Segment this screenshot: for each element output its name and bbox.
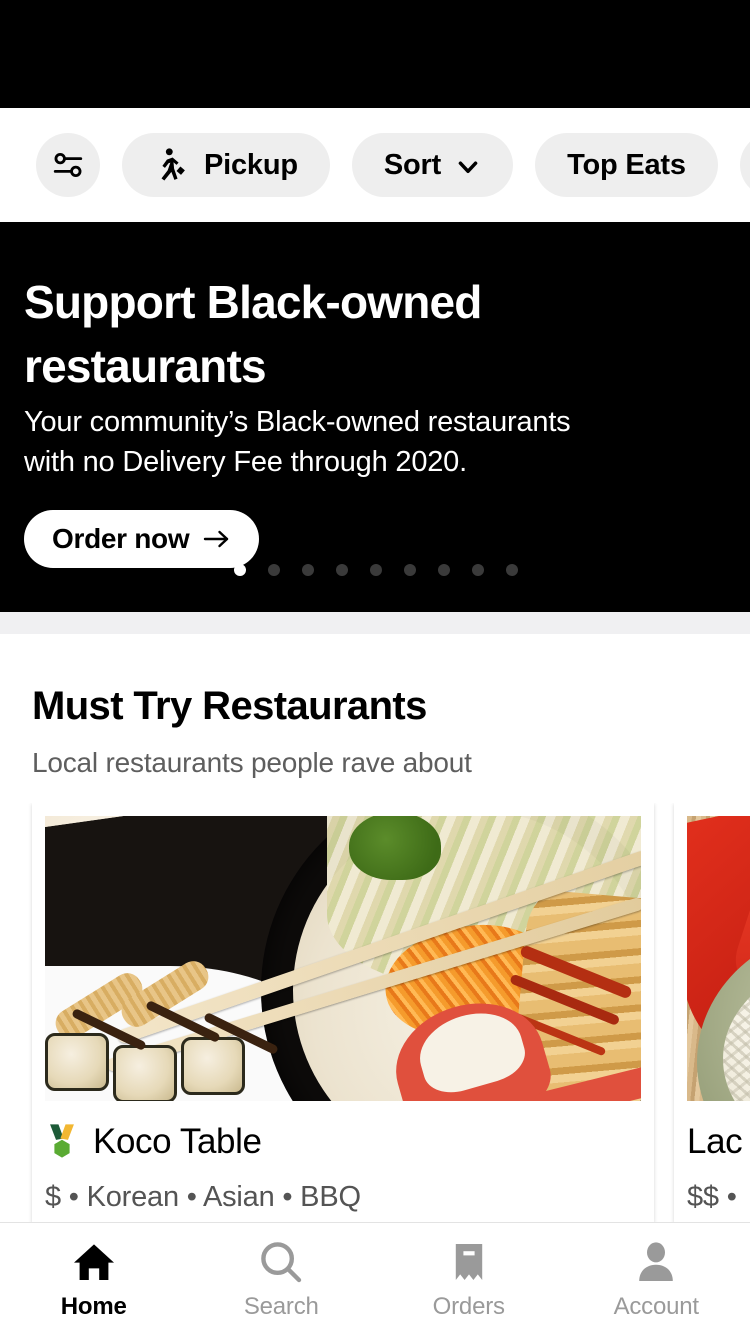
promo-title-line1: Support Black-owned (24, 276, 482, 328)
promo-subtitle-line1: Your community’s Black-owned restaurants (24, 406, 571, 438)
filter-chip-pickup[interactable]: Pickup (122, 133, 330, 197)
restaurant-carousel[interactable]: Koco Table $ • Korean • Asian • BBQ Lac … (0, 803, 750, 1223)
restaurant-card[interactable]: Koco Table $ • Korean • Asian • BBQ (32, 803, 654, 1223)
promo-dot[interactable] (268, 564, 280, 576)
promo-dot[interactable] (302, 564, 314, 576)
tab-label: Search (243, 1293, 319, 1320)
arrow-right-icon (203, 527, 231, 551)
promo-title-line2: restaurants (24, 340, 267, 392)
tab-orders[interactable]: Orders (375, 1223, 563, 1334)
promo-title: Support Black-owned restaurants (24, 270, 644, 398)
walking-person-icon (154, 147, 190, 183)
promo-dot[interactable] (404, 564, 416, 576)
status-bar (0, 0, 750, 108)
restaurant-name-row: Lac (687, 1121, 750, 1163)
filter-chip-label: Top Eats (567, 148, 686, 181)
restaurant-name: Koco Table (93, 1122, 262, 1161)
tab-label: Account (613, 1293, 700, 1320)
person-icon (632, 1238, 680, 1286)
restaurant-info: Koco Table $ • Korean • Asian • BBQ (32, 1101, 654, 1214)
bottom-tab-bar: Home Search Orders Account (0, 1222, 750, 1334)
filter-tune-button[interactable] (36, 133, 100, 197)
filter-chip-label: Sort (383, 148, 442, 181)
promo-dot[interactable] (370, 564, 382, 576)
app-root: Pickup Sort Top Eats Price Support Black… (0, 0, 750, 1334)
restaurant-name-row: Koco Table (45, 1121, 641, 1163)
section-title: Must Try Restaurants (32, 684, 427, 728)
receipt-icon (445, 1238, 493, 1286)
chevron-down-icon (455, 151, 481, 180)
promo-dot[interactable] (336, 564, 348, 576)
restaurant-meta: $ • Korean • Asian • BBQ (45, 1181, 361, 1213)
promo-subtitle: Your community’s Black-owned restaurants… (24, 402, 664, 482)
promo-dot[interactable] (472, 564, 484, 576)
filter-chip-sort[interactable]: Sort (351, 133, 514, 197)
order-now-button[interactable]: Order now (24, 510, 260, 568)
restaurant-name: Lac (687, 1122, 743, 1161)
search-icon (257, 1238, 305, 1286)
promo-dot[interactable] (506, 564, 518, 576)
promo-dot[interactable] (438, 564, 450, 576)
section-header: Must Try Restaurants Local restaurants p… (0, 634, 750, 780)
promo-subtitle-line2: with no Delivery Fee through 2020. (24, 446, 467, 478)
promo-banner[interactable]: Support Black-owned restaurants Your com… (0, 222, 750, 612)
restaurant-info: Lac $$ • (674, 1101, 750, 1214)
tab-home[interactable]: Home (0, 1223, 188, 1334)
tab-label: Home (60, 1293, 127, 1320)
tab-label: Orders (432, 1293, 505, 1320)
medal-icon (45, 1123, 79, 1161)
restaurant-meta: $$ • (687, 1181, 737, 1213)
filter-chip-price[interactable]: Price (739, 133, 750, 197)
tab-account[interactable]: Account (563, 1223, 750, 1334)
order-now-label: Order now (52, 523, 190, 554)
filter-chip-row: Pickup Sort Top Eats Price (0, 108, 750, 222)
promo-dot[interactable] (234, 564, 246, 576)
restaurant-image (687, 816, 750, 1101)
tab-search[interactable]: Search (188, 1223, 376, 1334)
section-divider (0, 612, 750, 634)
restaurant-image (45, 816, 641, 1101)
section-subtitle: Local restaurants people rave about (32, 747, 472, 778)
filter-chip-top-eats[interactable]: Top Eats (535, 133, 718, 197)
restaurant-card[interactable]: Lac $$ • (674, 803, 750, 1223)
food-photo (687, 816, 750, 1101)
home-icon (70, 1238, 118, 1286)
filter-chip-label: Pickup (204, 148, 298, 181)
tune-icon (51, 148, 85, 182)
promo-pagination-dots (234, 564, 518, 576)
food-photo (45, 816, 641, 1101)
